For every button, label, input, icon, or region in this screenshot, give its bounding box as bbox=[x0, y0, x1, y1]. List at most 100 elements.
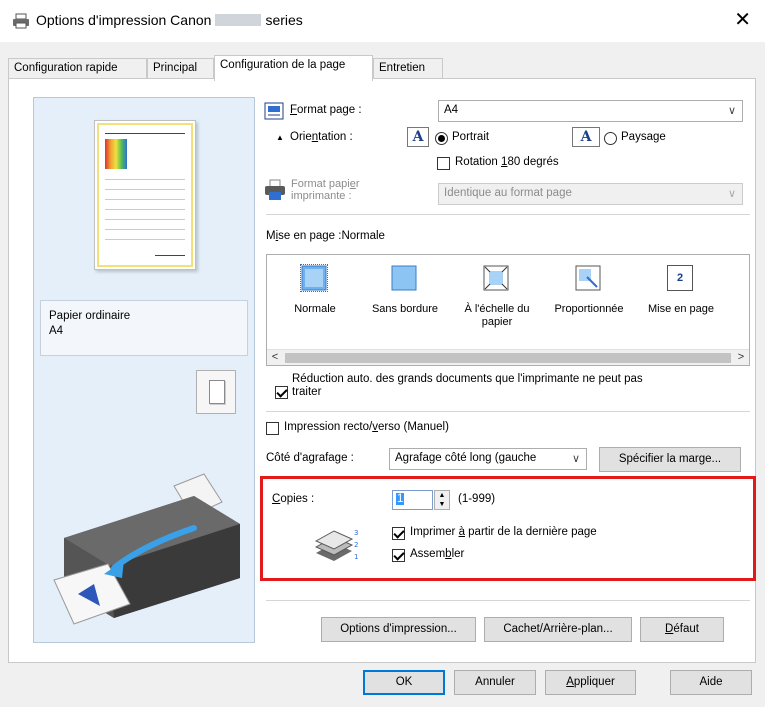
portrait-label[interactable]: Portrait bbox=[452, 131, 489, 143]
stapling-side-select[interactable]: Agrafage côté long (gauche ∨ bbox=[389, 448, 587, 470]
paper-info-box: Papier ordinaire A4 bbox=[40, 300, 248, 356]
print-options-window: Options d'impression Canon series ✕ Confi… bbox=[0, 0, 765, 707]
stapling-side-label: Côté d'agrafage : bbox=[266, 452, 354, 464]
paper-size-text: A4 bbox=[49, 325, 64, 337]
spin-down-icon[interactable]: ▼ bbox=[435, 500, 449, 509]
manual-duplex-checkbox[interactable] bbox=[266, 422, 279, 435]
landscape-radio[interactable] bbox=[604, 132, 617, 145]
stamp-background-button[interactable]: Cachet/Arrière-plan... bbox=[484, 617, 632, 642]
layout-list: Normale Sans bordure À l'échelle du papi… bbox=[266, 254, 750, 366]
tab-page-setup[interactable]: Configuration de la page bbox=[214, 55, 373, 81]
last-page-label-a: Imprimer bbox=[410, 526, 459, 538]
scroll-left-icon[interactable]: < bbox=[267, 350, 283, 366]
layout-item-label: Normale bbox=[294, 303, 336, 315]
preview-pane: Papier ordinaire A4 bbox=[33, 97, 255, 643]
auto-reduction-label[interactable]: Réduction auto. des grands documents que… bbox=[292, 373, 643, 399]
preview-color-block bbox=[105, 139, 127, 169]
chevron-down-icon: ∨ bbox=[727, 188, 736, 200]
layout-item-fit-to-paper[interactable]: À l'échelle du papier bbox=[455, 255, 539, 349]
close-button[interactable]: ✕ bbox=[734, 8, 751, 32]
scrollbar-thumb[interactable] bbox=[285, 353, 731, 363]
printer-paper-label: Format papier imprimante : bbox=[291, 178, 360, 202]
layout-item-label: Proportionnée bbox=[554, 303, 624, 315]
ok-button[interactable]: OK bbox=[363, 670, 445, 695]
printer-paper-label-b: r bbox=[355, 178, 360, 190]
collate-label[interactable]: Assembler bbox=[410, 548, 464, 560]
auto-reduction-checkbox[interactable] bbox=[275, 386, 288, 399]
page-format-label-text: ormat page : bbox=[297, 104, 362, 116]
layout-item-normal[interactable]: Normale bbox=[273, 255, 357, 349]
spin-up-icon[interactable]: ▲ bbox=[435, 491, 449, 500]
print-from-last-page-label[interactable]: Imprimer à partir de la dernière page bbox=[410, 526, 597, 538]
apply-label-accel: A bbox=[566, 676, 574, 688]
page-format-icon bbox=[264, 102, 284, 120]
page-format-label: Format page : bbox=[290, 104, 362, 116]
page-layout-icon: 2 bbox=[667, 265, 693, 291]
tab-quick-setup[interactable]: Configuration rapide bbox=[8, 58, 147, 79]
duplex-label-b: erso (Manuel) bbox=[377, 421, 449, 433]
printer-icon bbox=[13, 13, 29, 29]
specify-margin-button[interactable]: Spécifier la marge... bbox=[599, 447, 741, 472]
printer-paper-label-c: imprimante : bbox=[291, 190, 352, 202]
fit-to-paper-icon bbox=[483, 265, 509, 291]
preview-line bbox=[155, 255, 185, 256]
paper-orientation-preview-button[interactable] bbox=[196, 370, 236, 414]
svg-text:1: 1 bbox=[354, 553, 358, 561]
auto-reduction-line2: traiter bbox=[292, 386, 322, 398]
stapling-side-value: Agrafage côté long (gauche bbox=[395, 452, 537, 464]
window-title-prefix: Options d'impression Canon bbox=[36, 12, 212, 28]
help-button[interactable]: Aide bbox=[670, 670, 752, 695]
copies-input[interactable]: 1 bbox=[392, 490, 433, 510]
manual-duplex-label[interactable]: Impression recto/verso (Manuel) bbox=[284, 421, 449, 433]
orientation-label-a: Orie bbox=[290, 131, 312, 143]
normal-layout-icon bbox=[300, 264, 328, 292]
tab-main[interactable]: Principal bbox=[147, 58, 214, 79]
layout-item-page-layout[interactable]: 2 Mise en page bbox=[639, 255, 723, 349]
copies-label-text: opies : bbox=[280, 493, 315, 505]
bullet-icon: ▲ bbox=[276, 133, 284, 142]
portrait-radio[interactable] bbox=[435, 132, 448, 145]
copies-value: 1 bbox=[396, 493, 405, 505]
auto-reduction-line1: Réduction auto. des grands documents que… bbox=[292, 373, 643, 385]
scroll-right-icon[interactable]: > bbox=[733, 350, 749, 366]
svg-text:3: 3 bbox=[354, 529, 358, 537]
printer-paper-select[interactable]: Identique au format page ∨ bbox=[438, 183, 743, 205]
apply-button[interactable]: Appliquer bbox=[545, 670, 636, 695]
divider bbox=[266, 411, 750, 412]
printer-paper-icon bbox=[265, 179, 285, 200]
preview-line bbox=[105, 209, 185, 210]
preview-line bbox=[105, 239, 185, 240]
copies-spinner[interactable]: ▲ ▼ bbox=[434, 490, 450, 510]
printer-illustration-icon bbox=[53, 473, 240, 625]
page-setup-panel: Papier ordinaire A4 Format page: A4 ∨ ▲… bbox=[8, 78, 756, 663]
printer-paper-value: Identique au format page bbox=[444, 187, 572, 199]
landscape-label[interactable]: Paysage bbox=[621, 131, 666, 143]
preview-line bbox=[105, 199, 185, 200]
page-preview-thumbnail bbox=[94, 120, 196, 270]
copies-range: (1-999) bbox=[458, 493, 496, 505]
last-page-label-b: partir de la dernière page bbox=[464, 526, 597, 538]
page-format-value: A4 bbox=[444, 104, 459, 116]
collate-checkbox[interactable] bbox=[392, 549, 405, 562]
page-format-select[interactable]: A4 ∨ bbox=[438, 100, 743, 122]
rotate-label-a: Rotation bbox=[455, 156, 502, 168]
print-from-last-page-checkbox[interactable] bbox=[392, 527, 405, 540]
preview-line bbox=[105, 179, 185, 180]
preview-line bbox=[105, 219, 185, 220]
layout-item-label: Mise en page bbox=[647, 303, 715, 315]
rotate-180-checkbox[interactable] bbox=[437, 157, 450, 170]
collate-label-b: ler bbox=[451, 548, 465, 560]
print-options-button[interactable]: Options d'impression... bbox=[321, 617, 476, 642]
preview-line bbox=[105, 133, 185, 134]
layout-horizontal-scrollbar[interactable]: < > bbox=[267, 349, 749, 365]
layout-item-borderless[interactable]: Sans bordure bbox=[363, 255, 447, 349]
orientation-label: Orientation : bbox=[290, 131, 353, 143]
layout-item-scaled[interactable]: Proportionnée bbox=[547, 255, 631, 349]
layout-header-b: se en page :Normale bbox=[278, 230, 385, 242]
default-button[interactable]: Défaut bbox=[640, 617, 724, 642]
cancel-button[interactable]: Annuler bbox=[454, 670, 536, 695]
duplex-label-a: Impression recto/ bbox=[284, 421, 373, 433]
tab-maintenance[interactable]: Entretien bbox=[373, 58, 443, 79]
stacked-copies-icon: 3 2 1 bbox=[314, 529, 358, 561]
rotate-180-label[interactable]: Rotation 180 degrés bbox=[455, 156, 559, 168]
